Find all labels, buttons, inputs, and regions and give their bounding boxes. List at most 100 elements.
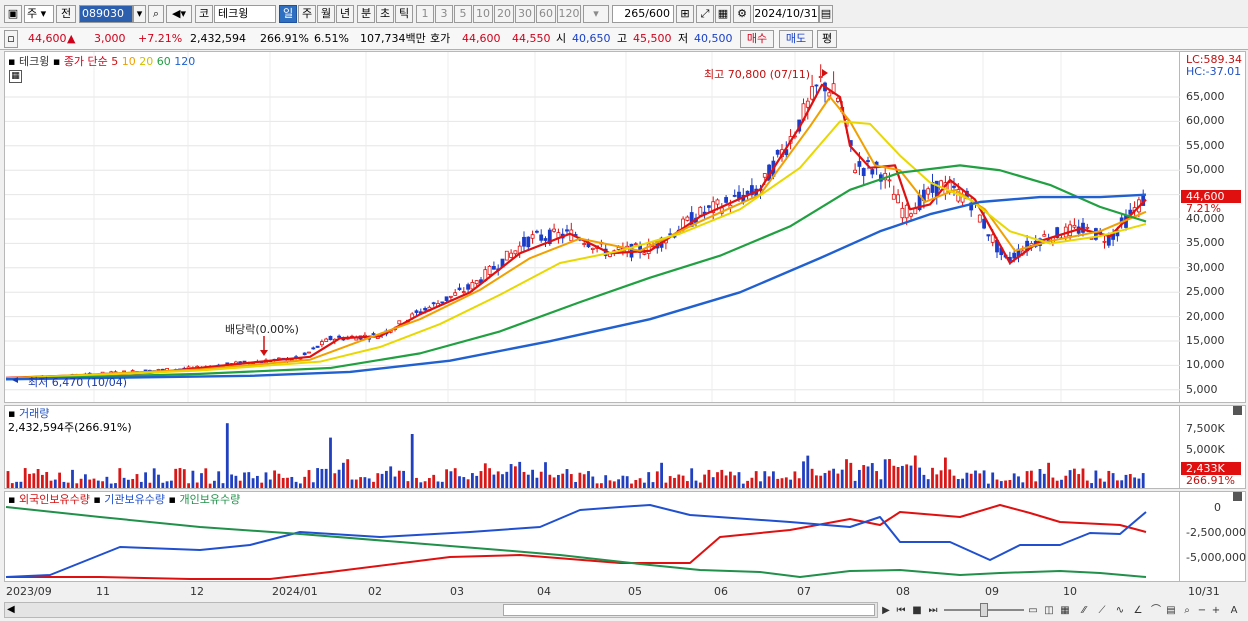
interval-60[interactable]: 60: [536, 5, 556, 23]
price-info-bar: ▫ 44,600 ▲ 3,000 +7.21% 2,432,594 266.91…: [0, 28, 1248, 50]
draw-line-icon[interactable]: ⁄⁄: [1076, 603, 1092, 618]
price-y-tick: 50,000: [1186, 163, 1225, 177]
scroll-bar[interactable]: ◀: [4, 602, 878, 618]
legend-marker-icon: ▪: [168, 493, 176, 506]
volume-panel: [4, 405, 1180, 489]
layout-split-icon[interactable]: ◫: [1042, 603, 1056, 618]
period-minute[interactable]: 분: [357, 5, 375, 23]
period-year[interactable]: 년: [336, 5, 354, 23]
interval-5[interactable]: 5: [454, 5, 472, 23]
font-size-icon[interactable]: A: [1226, 603, 1242, 618]
price-y-tick: 15,000: [1186, 334, 1225, 347]
open-price: 40,650: [572, 32, 611, 45]
draw-trend-icon[interactable]: ⟋: [1094, 603, 1110, 618]
stop-icon[interactable]: ■: [910, 603, 924, 618]
price-y-tick: 20,000: [1186, 309, 1225, 323]
draw-wave-icon[interactable]: ∿: [1112, 603, 1128, 618]
zoom-in-icon[interactable]: +: [1210, 603, 1222, 618]
legend-marker-icon: ▪: [8, 55, 16, 68]
sell-button[interactable]: 매도: [779, 30, 813, 48]
kind-label: 코: [195, 5, 213, 23]
interval-20[interactable]: 20: [494, 5, 514, 23]
period-day[interactable]: 일: [279, 5, 297, 23]
grid-icon[interactable]: ▦: [715, 5, 731, 23]
calendar-icon[interactable]: ▤: [819, 5, 833, 23]
legend-marker-icon: ▪: [93, 493, 101, 506]
volume-pct-tag: 266.91%: [1186, 474, 1235, 487]
eval-button[interactable]: 평: [817, 30, 837, 48]
table-icon[interactable]: ▦: [9, 70, 22, 83]
current-price: 44,600: [28, 32, 67, 45]
jump-first-icon[interactable]: ⏮: [894, 603, 908, 618]
low-label: 저: [678, 32, 689, 45]
x-tick-label: 11: [96, 585, 110, 598]
holding-tick-2500000: -2,500,000: [1186, 526, 1246, 539]
holding-legend: ▪ 외국인보유수량 ▪ 기관보유수량 ▪ 개인보유수량: [8, 491, 240, 507]
ma-label: 종가 단순: [63, 55, 108, 68]
search-icon[interactable]: ⌕: [148, 5, 164, 23]
zoom-slider-handle[interactable]: [980, 603, 988, 617]
draw-grid-icon[interactable]: ▤: [1164, 603, 1178, 618]
period-month[interactable]: 월: [317, 5, 335, 23]
interval-120[interactable]: 120: [557, 5, 581, 23]
price-panel: [4, 51, 1180, 403]
high-price: 45,500: [633, 32, 672, 45]
draw-arc-icon[interactable]: ⌒: [1148, 603, 1164, 618]
period-second[interactable]: 초: [376, 5, 394, 23]
price-change-pct: +7.21%: [138, 32, 183, 45]
legend-marker-icon: ▪: [52, 55, 61, 68]
price-y-tick: 35,000: [1186, 236, 1225, 250]
volume-pct: 266.91%: [260, 32, 309, 45]
candle-tool-icon[interactable]: ⊞: [676, 5, 694, 23]
trade-volume: 2,432,594: [190, 32, 246, 45]
scroll-right-icon[interactable]: ▶: [880, 603, 892, 618]
gear-icon[interactable]: ⚙: [733, 5, 751, 23]
speaker-icon[interactable]: ◀▾: [166, 5, 192, 23]
x-tick-label: 02: [368, 585, 382, 598]
period-week[interactable]: 주: [298, 5, 316, 23]
market-select[interactable]: 주 ▾: [24, 5, 54, 23]
jump-last-icon[interactable]: ⏭: [926, 603, 940, 618]
interval-custom-select[interactable]: ▾: [583, 5, 609, 23]
price-y-tick: 55,000: [1186, 138, 1225, 152]
stock-code-input[interactable]: 089030: [79, 5, 133, 23]
interval-30[interactable]: 30: [515, 5, 535, 23]
date-field[interactable]: 2024/10/31: [753, 5, 819, 23]
stock-name-label: 테크윙: [18, 55, 50, 68]
zoom-out-icon[interactable]: −: [1196, 603, 1208, 618]
price-y-tick: 5,000: [1186, 382, 1218, 396]
close-panel-icon[interactable]: [1233, 406, 1242, 415]
prev-button[interactable]: 전: [56, 5, 76, 23]
interval-1[interactable]: 1: [416, 5, 434, 23]
info-toggle-icon[interactable]: ▫: [4, 30, 18, 48]
layout-grid-icon[interactable]: ▦: [1058, 603, 1072, 618]
x-tick-label: 06: [714, 585, 728, 598]
x-tick-label: 2023/09: [6, 585, 52, 598]
quote-label: 호가: [430, 32, 451, 45]
layout-icon[interactable]: ▭: [1026, 603, 1040, 618]
x-tick-label: 03: [450, 585, 464, 598]
low-price: 40,500: [694, 32, 733, 45]
buy-button[interactable]: 매수: [740, 30, 774, 48]
draw-tool-icon[interactable]: ⤢: [696, 5, 714, 23]
stock-name-field[interactable]: 테크윙: [214, 5, 276, 23]
interval-3[interactable]: 3: [435, 5, 453, 23]
count-field[interactable]: 265/600: [612, 5, 674, 23]
period-tick[interactable]: 틱: [395, 5, 413, 23]
scroll-thumb[interactable]: [503, 604, 875, 616]
interval-10[interactable]: 10: [473, 5, 493, 23]
price-y-tick: 10,000: [1186, 358, 1225, 372]
draw-angle-icon[interactable]: ∠: [1130, 603, 1146, 618]
high-label: 고: [617, 32, 628, 45]
institution-holding-label: 기관보유수량: [104, 493, 166, 506]
chart-type-icon[interactable]: ▣: [4, 5, 22, 23]
scroll-left-icon[interactable]: ◀: [7, 603, 15, 617]
ma-120-label: 120: [174, 55, 196, 68]
close-panel-icon[interactable]: [1233, 492, 1242, 501]
individual-holding-label: 개인보유수량: [179, 493, 241, 506]
ma-20-label: 20: [139, 55, 154, 68]
chevron-down-icon[interactable]: ▾: [133, 5, 146, 23]
zoom-icon[interactable]: ⌕: [1180, 603, 1194, 618]
x-tick-label: 12: [190, 585, 204, 598]
count-max: /600: [645, 7, 670, 20]
